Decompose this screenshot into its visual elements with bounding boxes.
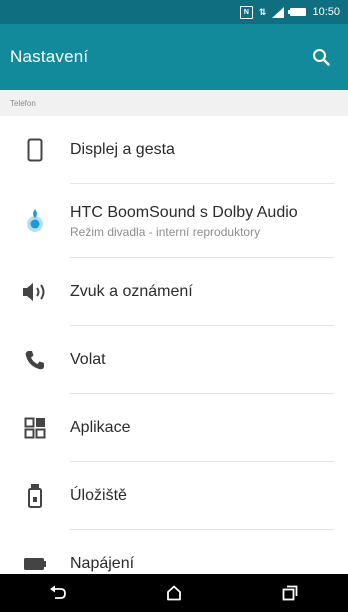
settings-item-label: Volat — [70, 351, 106, 368]
settings-item-storage[interactable]: Úložiště — [0, 462, 348, 530]
recent-apps-icon — [282, 585, 298, 601]
settings-list: Displej a gesta HTC BoomSound s Dolby Au… — [0, 116, 348, 598]
settings-item-call[interactable]: Volat — [0, 326, 348, 394]
settings-item-sublabel: Režim divadla - interní reproduktory — [70, 224, 261, 239]
settings-item-boomsound[interactable]: HTC BoomSound s Dolby Audio Režim divadl… — [0, 184, 348, 258]
home-icon — [167, 585, 181, 601]
settings-item-label: Aplikace — [70, 419, 131, 436]
settings-item-apps[interactable]: Aplikace — [0, 394, 348, 462]
app-bar: Nastavení — [0, 24, 348, 90]
storage-icon — [0, 483, 70, 509]
home-button[interactable] — [154, 578, 194, 608]
back-icon — [50, 585, 66, 599]
search-button[interactable] — [308, 44, 334, 70]
battery-icon — [288, 8, 307, 16]
status-bar: N ⇅ 10:50 — [0, 0, 348, 24]
speaker-icon — [0, 282, 70, 302]
settings-item-display[interactable]: Displej a gesta — [0, 116, 348, 184]
settings-item-label: Úložiště — [70, 487, 127, 504]
section-header: Telefon — [0, 90, 348, 116]
data-icon: ⇅ — [258, 6, 267, 17]
power-icon — [0, 557, 70, 571]
boomsound-icon — [0, 208, 70, 234]
status-time: 10:50 — [312, 6, 340, 18]
page-title: Nastavení — [10, 47, 89, 66]
display-icon — [0, 138, 70, 162]
settings-item-label: Displej a gesta — [70, 141, 175, 158]
nfc-icon: N — [239, 5, 253, 19]
navigation-bar — [0, 574, 348, 612]
back-button[interactable] — [38, 578, 78, 608]
search-icon — [313, 49, 330, 66]
settings-item-label: Zvuk a oznámení — [70, 283, 193, 300]
settings-item-label: HTC BoomSound s Dolby Audio — [70, 203, 298, 221]
settings-item-sound[interactable]: Zvuk a oznámení — [0, 258, 348, 326]
recent-apps-button[interactable] — [270, 578, 310, 608]
signal-icon — [272, 6, 285, 18]
settings-item-label: Napájení — [70, 555, 135, 572]
apps-icon — [0, 417, 70, 439]
phone-icon — [0, 349, 70, 371]
